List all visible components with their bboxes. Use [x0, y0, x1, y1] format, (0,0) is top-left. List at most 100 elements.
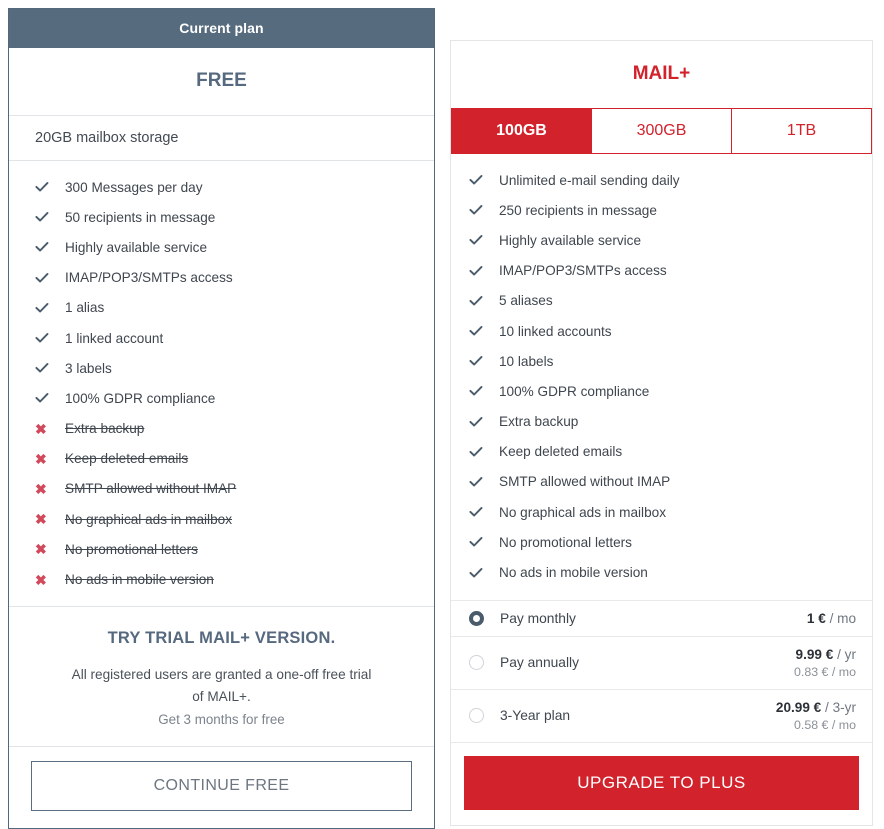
feature-label: No graphical ads in mailbox — [499, 504, 666, 520]
feature-label: Highly available service — [65, 239, 208, 255]
cross-icon: ✖ — [35, 511, 47, 528]
feature-label: Keep deleted emails — [65, 451, 189, 467]
check-icon — [469, 384, 499, 398]
upgrade-to-plus-button[interactable]: UPGRADE TO PLUS — [464, 755, 859, 810]
feature-included: No ads in mobile version — [451, 557, 872, 587]
price-primary: 1 € / mo — [806, 610, 856, 626]
check-icon — [469, 566, 499, 580]
check-icon — [35, 180, 65, 194]
continue-free-button[interactable]: CONTINUE FREE — [31, 760, 412, 811]
check-icon — [35, 331, 65, 345]
check-icon — [35, 361, 65, 375]
check-icon — [35, 391, 65, 405]
free-storage-row: 20GB mailbox storage — [9, 116, 434, 161]
billing-option-label: 3-Year plan — [500, 708, 571, 724]
feature-included: Unlimited e-mail sending daily — [451, 165, 872, 195]
storage-tab-group: 100GB 300GB 1TB — [451, 108, 872, 154]
feature-included: No graphical ads in mailbox — [451, 497, 872, 527]
feature-included: 5 aliases — [451, 286, 872, 316]
check-icon — [469, 475, 499, 489]
feature-label: 250 recipients in message — [499, 202, 657, 218]
check-icon — [35, 301, 65, 315]
feature-included: 10 labels — [451, 346, 872, 376]
feature-label: No graphical ads in mailbox — [65, 511, 232, 527]
feature-included: Extra backup — [451, 407, 872, 437]
feature-included: 50 recipients in message — [9, 202, 434, 232]
billing-options-group: Pay monthly 1 € / mo Pay annually 9.99 € / … — [451, 601, 872, 743]
feature-label: IMAP/POP3/SMTPs access — [65, 270, 233, 286]
feature-included: 250 recipients in message — [451, 195, 872, 225]
check-icon — [35, 210, 65, 224]
feature-included: 100% GDPR compliance — [9, 383, 434, 413]
feature-included: 3 labels — [9, 353, 434, 383]
storage-tab-100gb[interactable]: 100GB — [451, 108, 591, 154]
price-primary: 20.99 € / 3-yr — [775, 699, 856, 715]
check-icon — [469, 173, 499, 187]
pricing-comparison: Current plan FREE 20GB mailbox storage 3… — [0, 0, 884, 829]
feature-label: SMTP allowed without IMAP — [499, 474, 671, 490]
feature-included: Highly available service — [451, 225, 872, 255]
feature-excluded: ✖ SMTP allowed without IMAP — [9, 474, 434, 504]
check-icon — [469, 505, 499, 519]
feature-included: IMAP/POP3/SMTPs access — [451, 256, 872, 286]
trial-promo: TRY TRIAL MAIL+ VERSION. All registered … — [9, 607, 434, 747]
continue-free-button-wrap: CONTINUE FREE — [9, 747, 434, 828]
feature-label: Unlimited e-mail sending daily — [499, 172, 680, 188]
mail-plus-feature-list: Unlimited e-mail sending daily 250 recipi… — [451, 154, 872, 601]
feature-label: 100% GDPR compliance — [499, 383, 650, 399]
feature-label: 50 recipients in message — [65, 209, 216, 225]
free-plan-title: FREE — [9, 48, 434, 116]
cross-icon: ✖ — [35, 541, 47, 558]
feature-excluded: ✖ No ads in mobile version — [9, 564, 434, 594]
feature-label: Extra backup — [499, 414, 579, 430]
current-plan-badge: Current plan — [9, 9, 434, 48]
storage-tab-300gb[interactable]: 300GB — [591, 108, 731, 154]
free-plan-card: Current plan FREE 20GB mailbox storage 3… — [8, 8, 435, 829]
mail-plus-plan-card: MAIL+ 100GB 300GB 1TB Unlimited e-mail sen… — [450, 40, 873, 826]
feature-included: 1 linked account — [9, 323, 434, 353]
storage-tab-1tb[interactable]: 1TB — [731, 108, 872, 154]
feature-included: Keep deleted emails — [451, 437, 872, 467]
check-icon — [469, 535, 499, 549]
feature-included: 300 Messages per day — [9, 172, 434, 202]
price-secondary: 0.58 € / mo — [794, 717, 856, 732]
trial-subtext: Get 3 months for free — [158, 711, 285, 727]
feature-excluded: ✖ Keep deleted emails — [9, 444, 434, 474]
feature-included: 100% GDPR compliance — [451, 376, 872, 406]
billing-option-label: Pay annually — [500, 655, 580, 671]
feature-included: 1 alias — [9, 293, 434, 323]
feature-label: 3 labels — [65, 360, 112, 376]
price-secondary: 0.83 € / mo — [794, 664, 856, 679]
radio-unselected-icon[interactable] — [469, 708, 484, 724]
billing-option-row[interactable]: Pay monthly 1 € / mo — [451, 601, 872, 637]
feature-label: 5 aliases — [499, 293, 553, 309]
cross-icon: ✖ — [35, 450, 47, 467]
feature-excluded: ✖ No promotional letters — [9, 534, 434, 564]
mail-plus-title: MAIL+ — [632, 63, 691, 84]
upgrade-button-wrap: UPGRADE TO PLUS — [451, 743, 872, 825]
check-icon — [469, 415, 499, 429]
feature-label: SMTP allowed without IMAP — [65, 481, 237, 497]
cross-icon: ✖ — [35, 480, 47, 497]
feature-label: No ads in mobile version — [499, 565, 648, 581]
feature-excluded: ✖ Extra backup — [9, 414, 434, 444]
check-icon — [469, 294, 499, 308]
radio-unselected-icon[interactable] — [469, 655, 484, 671]
feature-label: 10 linked accounts — [499, 323, 612, 339]
billing-option-row[interactable]: Pay annually 9.99 € / yr 0.83 € / mo — [451, 637, 872, 690]
cross-icon: ✖ — [35, 420, 47, 437]
billing-option-price: 20.99 € / 3-yr 0.58 € / mo — [776, 700, 856, 732]
feature-label: Highly available service — [499, 232, 642, 248]
check-icon — [469, 233, 499, 247]
feature-label: Extra backup — [65, 421, 145, 437]
feature-included: No promotional letters — [451, 527, 872, 557]
feature-label: 10 labels — [499, 353, 554, 369]
billing-option-row[interactable]: 3-Year plan 20.99 € / 3-yr 0.58 € / mo — [451, 690, 872, 743]
check-icon — [469, 203, 499, 217]
feature-label: No promotional letters — [65, 541, 198, 557]
free-feature-list: 300 Messages per day 50 recipients in mes… — [9, 161, 434, 607]
radio-selected-icon[interactable] — [469, 610, 484, 626]
check-icon — [469, 354, 499, 368]
feature-label: Keep deleted emails — [499, 444, 623, 460]
trial-description: All registered users are granted a one-o… — [71, 666, 372, 704]
